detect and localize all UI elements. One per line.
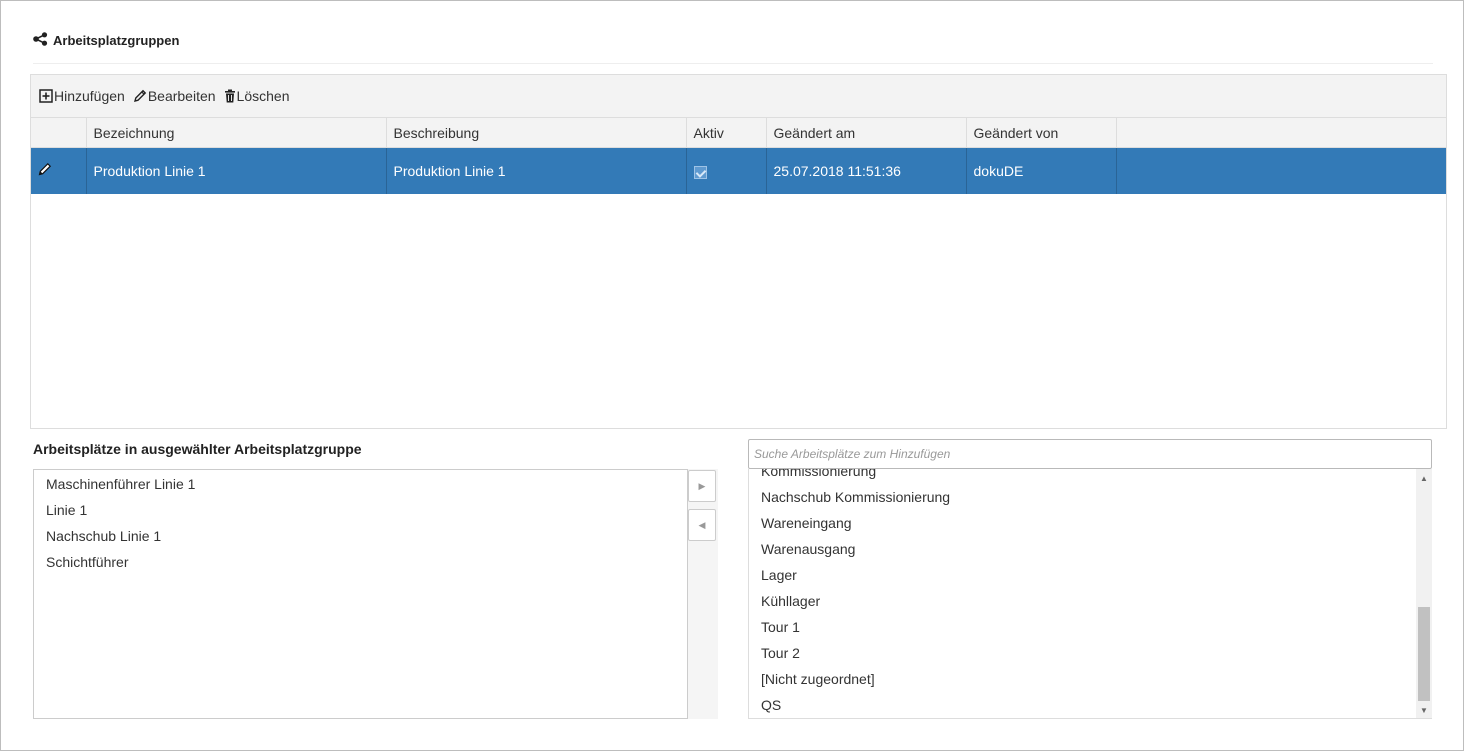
edit-button-label: Bearbeiten — [147, 88, 216, 104]
aktiv-checkbox — [693, 165, 707, 179]
header-divider — [33, 63, 1433, 64]
list-item[interactable]: Wareneingang — [749, 510, 1417, 536]
vertical-scrollbar[interactable]: ▲ ▼ — [1416, 469, 1432, 718]
available-workstations-list: Kommissionierung Nachschub Kommissionier… — [748, 469, 1432, 719]
add-button[interactable]: Hinzufügen — [37, 88, 127, 104]
list-item[interactable]: Linie 1 — [34, 497, 687, 523]
list-item[interactable]: Warenausgang — [749, 536, 1417, 562]
add-button-label: Hinzufügen — [54, 88, 125, 104]
grid-header-row: Bezeichnung Beschreibung Aktiv Geändert … — [31, 117, 1446, 148]
column-header-geaendert-von[interactable]: Geändert von — [966, 117, 1117, 148]
edit-button[interactable]: Bearbeiten — [131, 88, 218, 104]
caret-right-icon: ▶ — [698, 480, 706, 491]
page-title: Arbeitsplatzgruppen — [53, 32, 180, 48]
column-header-beschreibung[interactable]: Beschreibung — [386, 117, 687, 148]
scroll-up-arrow-icon[interactable]: ▲ — [1416, 471, 1432, 485]
cell-filler — [1116, 147, 1446, 194]
list-item[interactable]: Kommissionierung — [749, 469, 1417, 484]
list-item[interactable]: Maschinenführer Linie 1 — [34, 471, 687, 497]
page-header: Arbeitsplatzgruppen — [33, 31, 179, 49]
list-item[interactable]: Lager — [749, 562, 1417, 588]
column-header-aktiv[interactable]: Aktiv — [686, 117, 767, 148]
row-edit-cell[interactable] — [31, 147, 87, 194]
cell-aktiv — [686, 147, 767, 194]
column-header-edit — [31, 117, 87, 148]
list-item[interactable]: Schichtführer — [34, 549, 687, 575]
workstation-group-grid: Hinzufügen Bearbeiten Löschen Bezeichnun… — [30, 74, 1447, 429]
assigned-section-label: Arbeitsplätze in ausgewählter Arbeitspla… — [33, 441, 362, 457]
list-item[interactable]: Nachschub Linie 1 — [34, 523, 687, 549]
delete-button[interactable]: Löschen — [222, 88, 292, 104]
move-right-button[interactable]: ▶ — [688, 470, 716, 502]
cell-geaendert-von: dokuDE — [966, 147, 1117, 194]
scroll-thumb[interactable] — [1418, 607, 1430, 701]
list-item[interactable]: Kühllager — [749, 588, 1417, 614]
grid-toolbar: Hinzufügen Bearbeiten Löschen — [31, 75, 1446, 117]
cell-geaendert-am: 25.07.2018 11:51:36 — [766, 147, 967, 194]
move-left-button[interactable]: ◀ — [688, 509, 716, 541]
column-header-geaendert-am[interactable]: Geändert am — [766, 117, 967, 148]
delete-button-label: Löschen — [236, 88, 290, 104]
cell-bezeichnung: Produktion Linie 1 — [86, 147, 387, 194]
scroll-down-arrow-icon[interactable]: ▼ — [1416, 703, 1432, 717]
pencil-icon[interactable] — [38, 163, 52, 179]
grid-table: Bezeichnung Beschreibung Aktiv Geändert … — [31, 117, 1446, 194]
plus-square-icon — [39, 89, 53, 103]
list-item[interactable]: Nachschub Kommissionierung — [749, 484, 1417, 510]
window-frame: Arbeitsplatzgruppen Hinzufügen Bearbeite… — [0, 0, 1464, 751]
trash-icon — [224, 89, 236, 103]
pencil-icon — [133, 89, 147, 103]
column-header-filler — [1116, 117, 1446, 148]
list-item[interactable]: Tour 2 — [749, 640, 1417, 666]
list-item[interactable]: Tour 1 — [749, 614, 1417, 640]
move-buttons: ▶ ◀ — [688, 469, 718, 719]
list-item[interactable]: [Nicht zugeordnet] — [749, 666, 1417, 692]
cell-beschreibung: Produktion Linie 1 — [386, 147, 687, 194]
share-icon — [33, 31, 48, 49]
column-header-bezeichnung[interactable]: Bezeichnung — [86, 117, 387, 148]
assigned-workstations-list: Maschinenführer Linie 1 Linie 1 Nachschu… — [33, 469, 688, 719]
search-input[interactable] — [748, 439, 1432, 469]
available-list-content: Kommissionierung Nachschub Kommissionier… — [749, 469, 1417, 718]
list-item[interactable]: QS — [749, 692, 1417, 718]
table-row[interactable]: Produktion Linie 1 Produktion Linie 1 25… — [31, 147, 1446, 194]
caret-left-icon: ◀ — [698, 519, 706, 530]
